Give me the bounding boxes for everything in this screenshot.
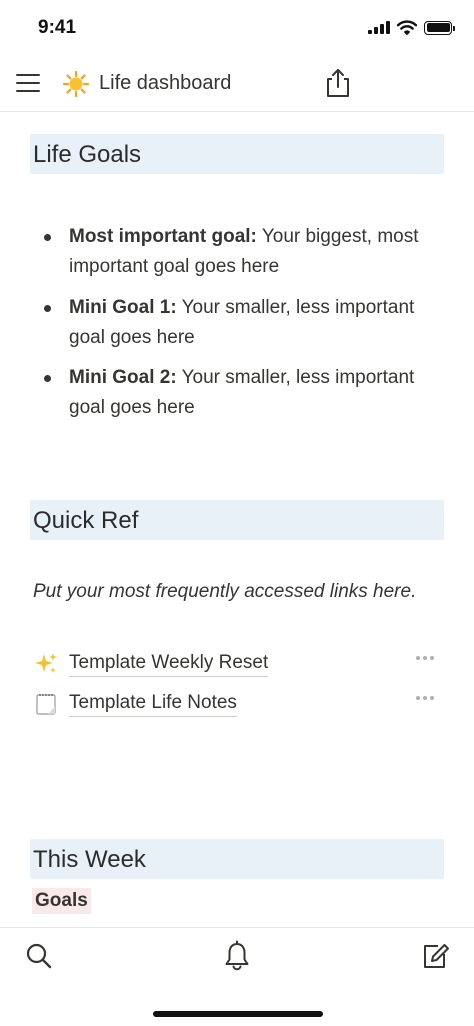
quick-ref-note[interactable]: Put your most frequently accessed links … bbox=[33, 577, 433, 607]
bullet-label: Mini Goal 2: bbox=[69, 367, 177, 388]
list-item[interactable]: Mini Goal 2: Your smaller, less importan… bbox=[30, 363, 444, 423]
cellular-signal-icon bbox=[368, 21, 390, 34]
link-label[interactable]: Template Life Notes bbox=[69, 690, 237, 717]
heading-life-goals[interactable]: Life Goals bbox=[30, 134, 444, 174]
list-item[interactable]: Mini Goal 1: Your smaller, less importan… bbox=[30, 293, 444, 353]
link-template-weekly-reset[interactable]: Template Weekly Reset bbox=[30, 646, 444, 680]
page-content[interactable]: Life Goals Most important goal: Your big… bbox=[0, 113, 474, 927]
compose-icon[interactable] bbox=[420, 940, 450, 972]
notepad-icon bbox=[36, 694, 56, 715]
heading-this-week[interactable]: This Week bbox=[30, 839, 444, 879]
hamburger-menu-icon[interactable] bbox=[16, 72, 40, 94]
bell-icon[interactable] bbox=[222, 940, 252, 972]
bottom-toolbar bbox=[0, 927, 474, 1026]
sparkles-icon bbox=[35, 653, 57, 673]
status-bar: 9:41 bbox=[0, 0, 474, 58]
home-indicator[interactable] bbox=[153, 1011, 323, 1017]
top-navigation-bar: Life dashboard bbox=[0, 58, 474, 112]
link-template-life-notes[interactable]: Template Life Notes bbox=[30, 686, 444, 720]
status-icons bbox=[368, 20, 455, 35]
heading-quick-ref[interactable]: Quick Ref bbox=[30, 500, 444, 540]
status-time: 9:41 bbox=[38, 17, 77, 38]
bullet-label: Most important goal: bbox=[69, 226, 257, 247]
sun-emoji-icon[interactable] bbox=[62, 70, 90, 98]
more-options-icon[interactable] bbox=[416, 656, 434, 660]
share-icon[interactable] bbox=[323, 67, 353, 99]
bullet-label: Mini Goal 1: bbox=[69, 296, 177, 318]
search-icon[interactable] bbox=[24, 940, 54, 972]
screen: 9:41 Life dashboard Life Goals Most impo… bbox=[0, 0, 474, 1026]
link-label[interactable]: Template Weekly Reset bbox=[69, 650, 269, 677]
list-item[interactable]: Most important goal: Your biggest, most … bbox=[30, 222, 444, 282]
more-options-icon[interactable] bbox=[416, 696, 434, 700]
goals-subheading[interactable]: Goals bbox=[32, 888, 91, 914]
battery-icon bbox=[424, 20, 455, 35]
wifi-icon bbox=[397, 20, 417, 35]
life-goals-list: Most important goal: Your biggest, most … bbox=[30, 222, 444, 434]
page-title[interactable]: Life dashboard bbox=[99, 72, 231, 95]
